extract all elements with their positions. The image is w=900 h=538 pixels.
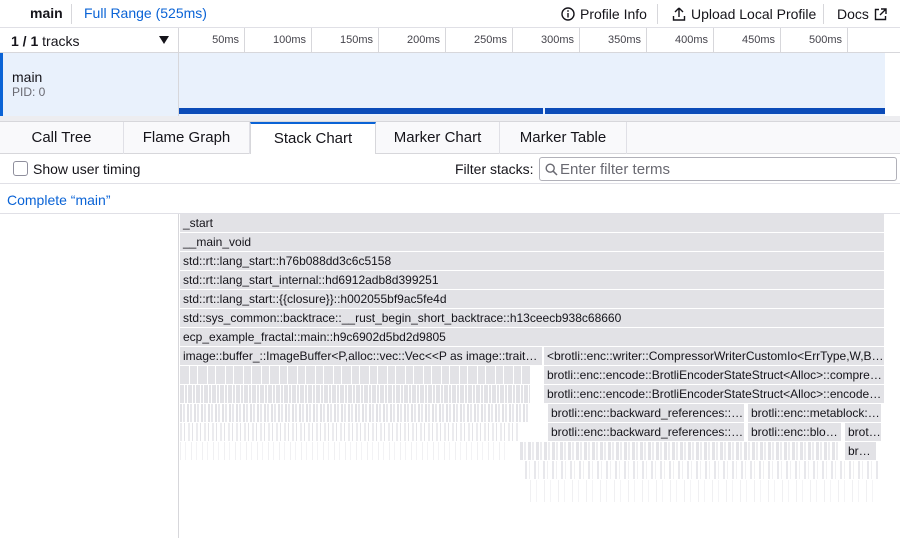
stack-frame[interactable]: std::rt::lang_start::h76b088dd3c6c5158 <box>180 252 885 270</box>
tab-marker-chart[interactable]: Marker Chart <box>376 122 500 154</box>
stack-chart[interactable]: _start __main_void std::rt::lang_start::… <box>0 214 900 538</box>
committed-range-crumb[interactable]: Complete “main” <box>7 192 110 208</box>
filter-stacks-field[interactable] <box>539 157 897 181</box>
show-user-timing-checkbox[interactable] <box>13 161 28 176</box>
dense-frames <box>530 480 880 502</box>
profile-info-label: Profile Info <box>580 6 647 22</box>
tab-bar: Call Tree Flame Graph Stack Chart Marker… <box>0 122 900 155</box>
ruler-tick: 250ms <box>446 28 513 53</box>
tracks-word: tracks <box>42 33 80 49</box>
dense-frames <box>525 461 880 479</box>
search-icon <box>545 163 558 176</box>
ruler-tick: 400ms <box>647 28 714 53</box>
stack-frame[interactable]: <brotli::enc::writer::CompressorWriterCu… <box>544 347 885 365</box>
dense-frames <box>520 442 840 460</box>
show-user-timing-label[interactable]: Show user timing <box>33 161 140 177</box>
track-activity-graph[interactable] <box>179 53 885 116</box>
stack-frame[interactable]: brotli::enc::bit_cost::BrotliPopulationC… <box>845 442 877 460</box>
dense-frames <box>180 442 510 460</box>
stack-frame[interactable]: __main_void <box>180 233 885 251</box>
dense-frames <box>180 423 520 441</box>
stack-frame[interactable]: image::buffer_::ImageBuffer<P,alloc::vec… <box>180 347 543 365</box>
track-pid: PID: 0 <box>12 85 46 99</box>
stack-frame[interactable]: brotli::enc::backward_references::Create… <box>548 423 745 441</box>
dense-frames <box>180 385 530 403</box>
stack-frame[interactable]: _start <box>180 214 885 232</box>
upload-profile-label: Upload Local Profile <box>691 6 817 22</box>
range-breadcrumb[interactable]: Full Range (525ms) <box>84 5 207 21</box>
timeline-ruler: 50ms 100ms 150ms 200ms 250ms 300ms 350ms… <box>179 28 900 53</box>
stack-frame[interactable]: brotli::enc::backward_references::Brotli… <box>548 404 745 422</box>
timeline-header: 1 / 1 tracks 50ms 100ms 150ms 200ms 250m… <box>0 28 900 53</box>
thread-breadcrumb[interactable]: main <box>30 5 63 21</box>
stack-frame[interactable]: brotli::enc::metablock::BrotliBuildMetaB… <box>748 404 882 422</box>
tracks-menu-button[interactable]: 1 / 1 tracks <box>0 28 179 53</box>
tab-call-tree[interactable]: Call Tree <box>0 122 124 154</box>
docs-label: Docs <box>837 6 869 22</box>
ruler-tick: 150ms <box>312 28 379 53</box>
filter-stacks-input[interactable] <box>560 159 890 179</box>
caret-down-icon <box>159 36 169 44</box>
divider <box>657 4 658 24</box>
range-breadcrumb-bar: Complete “main” <box>0 184 900 214</box>
ruler-tick: 450ms <box>714 28 781 53</box>
stack-frame[interactable]: brotli::enc::encode::BrotliEncoderStateS… <box>544 385 885 403</box>
docs-button[interactable]: Docs <box>837 4 892 24</box>
stack-frame[interactable]: brotli::enc::histogram::BrotliPopulation… <box>845 423 882 441</box>
track-name: main <box>12 69 43 85</box>
stack-frame[interactable]: std::sys_common::backtrace::__rust_begin… <box>180 309 885 327</box>
tab-stack-chart[interactable]: Stack Chart <box>250 122 376 155</box>
activity-bar <box>545 108 885 114</box>
upload-profile-button[interactable]: Upload Local Profile <box>672 4 816 24</box>
stack-frame[interactable]: brotli::enc::encode::BrotliEncoderStateS… <box>544 366 885 384</box>
activity-bar <box>179 108 543 114</box>
tab-flame-graph[interactable]: Flame Graph <box>124 122 250 154</box>
scrollbar[interactable] <box>885 53 900 116</box>
stack-frame[interactable]: std::rt::lang_start_internal::hd6912adb8… <box>180 271 885 289</box>
ruler-tick: 500ms <box>781 28 848 53</box>
ruler-tick: 50ms <box>179 28 245 53</box>
profile-info-button[interactable]: Profile Info <box>561 4 647 24</box>
info-icon <box>561 7 575 21</box>
stack-frame[interactable]: ecp_example_fractal::main::h9c6902d5bd2d… <box>180 328 885 346</box>
track-label[interactable]: main PID: 0 <box>0 53 179 116</box>
ruler-tick: 100ms <box>245 28 312 53</box>
divider <box>823 4 824 24</box>
settings-bar: Show user timing Filter stacks: <box>0 154 900 184</box>
stack-frame[interactable]: brotli::enc::block_splitter::BrotliSplit… <box>748 423 842 441</box>
filter-stacks-label: Filter stacks: <box>455 161 534 177</box>
ruler-tick: 300ms <box>513 28 580 53</box>
dense-frames <box>180 366 530 384</box>
ruler-tick: 200ms <box>379 28 446 53</box>
dense-frames <box>180 404 530 422</box>
stack-chart-canvas[interactable]: _start __main_void std::rt::lang_start::… <box>180 214 885 538</box>
tracks-count: 1 / 1 <box>11 33 39 49</box>
thread-track[interactable]: main PID: 0 <box>0 53 900 116</box>
top-bar: main Full Range (525ms) Profile Info Upl… <box>0 0 900 28</box>
tracks-label: 1 / 1 tracks <box>11 33 79 49</box>
tab-marker-table[interactable]: Marker Table <box>500 122 627 154</box>
external-link-icon <box>874 7 887 20</box>
divider <box>71 4 72 24</box>
ruler-tick: 350ms <box>580 28 647 53</box>
upload-icon <box>672 7 686 21</box>
stack-frame[interactable]: std::rt::lang_start::{{closure}}::h00205… <box>180 290 885 308</box>
stack-chart-gutter <box>0 214 179 538</box>
